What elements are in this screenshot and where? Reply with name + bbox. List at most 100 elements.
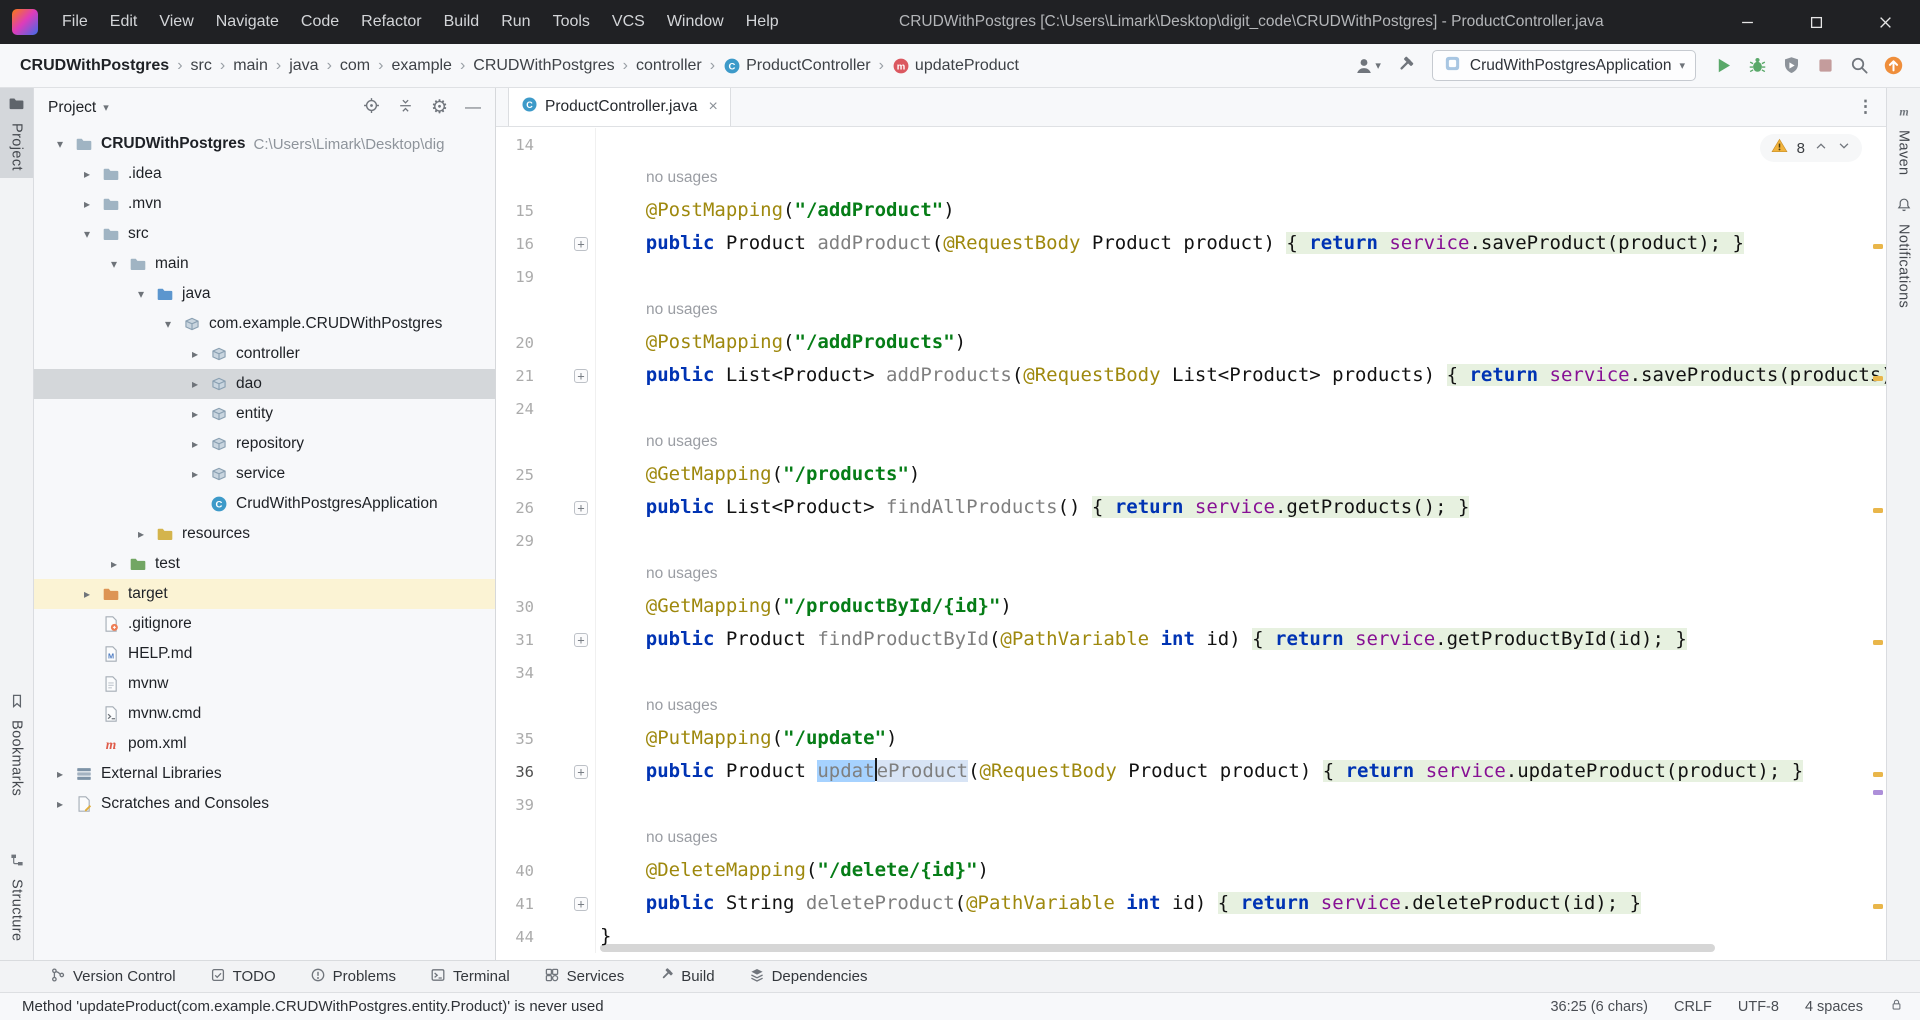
menu-navigate[interactable]: Navigate	[205, 0, 290, 44]
tree-item-mvnw[interactable]: mvnw	[34, 669, 495, 699]
fold-marker-icon[interactable]: +	[574, 897, 588, 911]
tree-item-dao[interactable]: ▸dao	[34, 369, 495, 399]
ide-update-button[interactable]	[1883, 55, 1904, 76]
hide-panel-button[interactable]: —	[465, 99, 481, 117]
menu-view[interactable]: View	[148, 0, 204, 44]
user-button[interactable]: ▾	[1353, 55, 1381, 77]
fold-marker-icon[interactable]: +	[574, 369, 588, 383]
chevron-collapsed-icon[interactable]: ▸	[75, 167, 99, 181]
tree-item-crudwithpostgresapplication[interactable]: CCrudWithPostgresApplication	[34, 489, 495, 519]
tool-stripe-structure[interactable]: Structure	[0, 845, 33, 948]
debug-button[interactable]	[1747, 55, 1768, 76]
breadcrumb-item-productcontroller[interactable]: CProductController	[723, 57, 871, 75]
tree-item-external-libraries[interactable]: ▸External Libraries	[34, 759, 495, 789]
stop-button[interactable]	[1815, 55, 1836, 76]
code-line[interactable]: 41+ public String deleteProduct(@PathVar…	[496, 887, 1886, 920]
breadcrumb-item-crudwithpostgres[interactable]: CRUDWithPostgres	[20, 57, 169, 75]
readonly-lock-icon[interactable]	[1889, 997, 1904, 1016]
tab-options-button[interactable]: ⋮	[1857, 97, 1874, 117]
code-line[interactable]: 35 @PutMapping("/update")	[496, 722, 1886, 755]
code-line[interactable]: 39	[496, 788, 1886, 821]
next-warning-button[interactable]	[1837, 139, 1851, 158]
encoding-widget[interactable]: UTF-8	[1738, 999, 1779, 1015]
inspections-widget[interactable]: 8	[1760, 134, 1862, 162]
tree-item-idea[interactable]: ▸.idea	[34, 159, 495, 189]
breadcrumb-item-com[interactable]: com	[340, 57, 370, 75]
breadcrumb-item-src[interactable]: src	[191, 57, 212, 75]
search-everywhere-button[interactable]	[1849, 55, 1870, 76]
code-line[interactable]: 20 @PostMapping("/addProducts")	[496, 326, 1886, 359]
chevron-collapsed-icon[interactable]: ▸	[183, 407, 207, 421]
breadcrumb-item-updateproduct[interactable]: mupdateProduct	[892, 57, 1019, 75]
tool-stripe-project[interactable]: Project	[0, 88, 33, 178]
tree-item-controller[interactable]: ▸controller	[34, 339, 495, 369]
chevron-collapsed-icon[interactable]: ▸	[129, 527, 153, 541]
editor-tab[interactable]: C ProductController.java ×	[508, 88, 731, 126]
toolwindow-terminal[interactable]: Terminal	[430, 967, 510, 987]
chevron-collapsed-icon[interactable]: ▸	[75, 587, 99, 601]
error-stripe[interactable]	[1873, 127, 1883, 960]
toolwindow-build[interactable]: Build	[658, 967, 714, 987]
caret-position-widget[interactable]: 36:25 (6 chars)	[1550, 999, 1648, 1015]
tree-item-repository[interactable]: ▸repository	[34, 429, 495, 459]
inlay-hint-line[interactable]: no usages	[496, 821, 1886, 854]
code-line[interactable]: 24	[496, 392, 1886, 425]
code-line[interactable]: 34	[496, 656, 1886, 689]
code-line[interactable]: 40 @DeleteMapping("/delete/{id}")	[496, 854, 1886, 887]
inlay-hint-line[interactable]: no usages	[496, 689, 1886, 722]
tool-stripe-bookmarks[interactable]: Bookmarks	[0, 686, 33, 803]
code-line[interactable]: 25 @GetMapping("/products")	[496, 458, 1886, 491]
code-line[interactable]: 36+ public Product updateProduct(@Reques…	[496, 755, 1886, 788]
chevron-collapsed-icon[interactable]: ▸	[48, 797, 72, 811]
tree-item-test[interactable]: ▸test	[34, 549, 495, 579]
tree-item-crudwithpostgres[interactable]: ▾CRUDWithPostgresC:\Users\Limark\Desktop…	[34, 129, 495, 159]
close-button[interactable]	[1851, 0, 1920, 44]
chevron-collapsed-icon[interactable]: ▸	[183, 467, 207, 481]
inlay-hint-line[interactable]: no usages	[496, 425, 1886, 458]
inlay-hint-line[interactable]: no usages	[496, 161, 1886, 194]
menu-refactor[interactable]: Refactor	[350, 0, 432, 44]
coverage-button[interactable]	[1781, 55, 1802, 76]
tree-item-main[interactable]: ▾main	[34, 249, 495, 279]
code-line[interactable]: 29	[496, 524, 1886, 557]
tree-item-service[interactable]: ▸service	[34, 459, 495, 489]
previous-warning-button[interactable]	[1814, 139, 1828, 158]
inlay-hint-line[interactable]: no usages	[496, 293, 1886, 326]
tree-item-resources[interactable]: ▸resources	[34, 519, 495, 549]
tree-item-src[interactable]: ▾src	[34, 219, 495, 249]
breadcrumb-item-crudwithpostgres[interactable]: CRUDWithPostgres	[473, 57, 614, 75]
toolwindow-dependencies[interactable]: Dependencies	[749, 967, 868, 987]
tool-stripe-maven[interactable]: m Maven	[1887, 96, 1920, 183]
code-line[interactable]: 26+ public List<Product> findAllProducts…	[496, 491, 1886, 524]
toolwindow-version-control[interactable]: Version Control	[50, 967, 176, 987]
menu-build[interactable]: Build	[433, 0, 491, 44]
line-separator-widget[interactable]: CRLF	[1674, 999, 1712, 1015]
code-line[interactable]: 30 @GetMapping("/productById/{id}")	[496, 590, 1886, 623]
chevron-expanded-icon[interactable]: ▾	[48, 137, 72, 151]
tree-item-com-example-crudwithpostgres[interactable]: ▾com.example.CRUDWithPostgres	[34, 309, 495, 339]
menu-vcs[interactable]: VCS	[601, 0, 656, 44]
tree-item-gitignore[interactable]: .gitignore	[34, 609, 495, 639]
code-line[interactable]: 16+ public Product addProduct(@RequestBo…	[496, 227, 1886, 260]
menu-code[interactable]: Code	[290, 0, 350, 44]
chevron-collapsed-icon[interactable]: ▸	[102, 557, 126, 571]
settings-gear-icon[interactable]: ⚙	[431, 100, 448, 116]
chevron-expanded-icon[interactable]: ▾	[156, 317, 180, 331]
menu-edit[interactable]: Edit	[99, 0, 149, 44]
breadcrumb-item-main[interactable]: main	[233, 57, 268, 75]
menu-help[interactable]: Help	[735, 0, 790, 44]
tree-item-scratches-and-consoles[interactable]: ▸Scratches and Consoles	[34, 789, 495, 819]
inlay-hint-line[interactable]: no usages	[496, 557, 1886, 590]
chevron-collapsed-icon[interactable]: ▸	[75, 197, 99, 211]
menu-window[interactable]: Window	[656, 0, 735, 44]
chevron-expanded-icon[interactable]: ▾	[102, 257, 126, 271]
chevron-collapsed-icon[interactable]: ▸	[183, 347, 207, 361]
tree-item-help-md[interactable]: MHELP.md	[34, 639, 495, 669]
breadcrumb-item-example[interactable]: example	[391, 57, 451, 75]
menu-tools[interactable]: Tools	[542, 0, 601, 44]
tab-close-button[interactable]: ×	[709, 98, 718, 116]
tree-item-target[interactable]: ▸target	[34, 579, 495, 609]
panel-title[interactable]: Project	[48, 99, 96, 117]
locate-file-button[interactable]	[363, 97, 380, 119]
breadcrumb-item-java[interactable]: java	[289, 57, 318, 75]
